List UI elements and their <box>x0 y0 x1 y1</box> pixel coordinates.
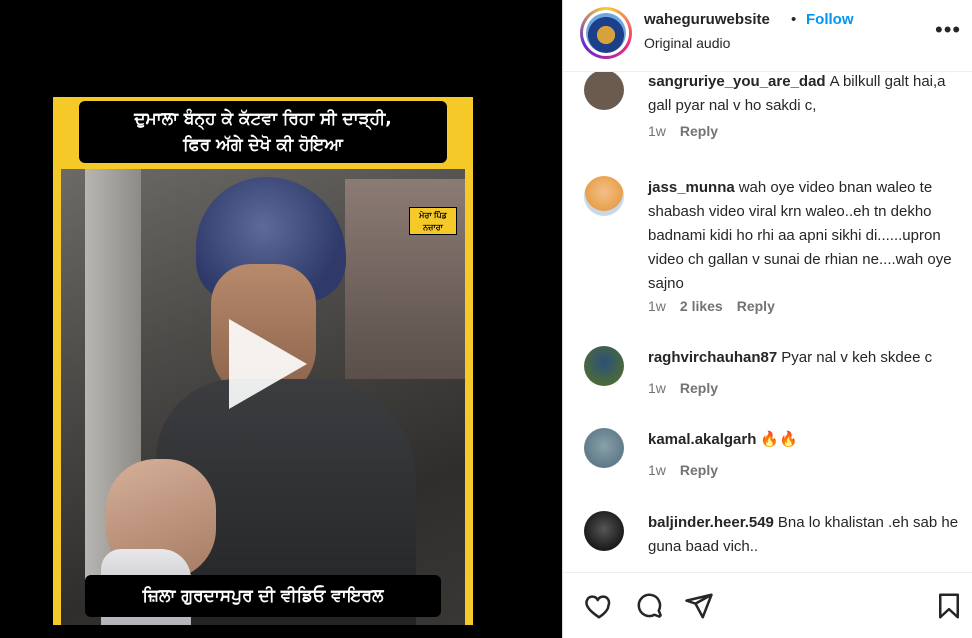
comment-username[interactable]: baljinder.heer.549 <box>648 514 774 531</box>
comment-text: Pyar nal v keh skdee c <box>781 349 933 366</box>
comment-meta: 1w Reply <box>648 380 732 396</box>
comments-panel: waheguruwebsite • Follow Original audio … <box>562 0 972 638</box>
reply-button[interactable]: Reply <box>680 123 718 139</box>
comment-username[interactable]: raghvirchauhan87 <box>648 349 777 366</box>
post-header: waheguruwebsite • Follow Original audio … <box>563 0 972 72</box>
share-icon[interactable] <box>684 591 714 621</box>
video-caption-bottom: ਜ਼ਿਲਾ ਗੁਰਦਾਸਪੁਰ ਦੀ ਵੀਡਿਓ ਵਾਇਰਲ <box>85 575 441 617</box>
comment-meta: 1w 2 likes Reply <box>648 298 789 314</box>
comment-avatar[interactable] <box>584 346 624 386</box>
comment-body: sangruriye_you_are_dad A bilkull galt hai… <box>648 72 964 118</box>
comment-meta: 1w Reply <box>648 123 732 139</box>
comment-meta: 1w Reply <box>648 462 732 478</box>
comment-avatar[interactable] <box>584 72 624 110</box>
reply-button[interactable]: Reply <box>737 298 775 314</box>
comment-body: jass_munna wah oye video bnan waleo te sh… <box>648 176 964 296</box>
comment-body: kamal.akalgarh 🔥🔥 <box>648 428 964 452</box>
instagram-post-view: ਦੁਮਾਲਾ ਬੰਨ੍ਹ ਕੇ ਕੱਟਵਾ ਰਿਹਾ ਸੀ ਦਾੜ੍ਹੀ, ਫਿ… <box>0 0 972 638</box>
comment-time: 1w <box>648 462 666 478</box>
comment-body: raghvirchauhan87 Pyar nal v keh skdee c <box>648 346 964 370</box>
separator-dot: • <box>791 11 797 28</box>
comment-text: 🔥🔥 <box>760 431 798 448</box>
comment-icon[interactable] <box>635 591 665 621</box>
comment-body: baljinder.heer.549 Bna lo khalistan .eh s… <box>648 511 964 559</box>
more-options-icon[interactable]: ••• <box>935 17 961 43</box>
audio-link[interactable]: Original audio <box>644 35 730 51</box>
likes-count[interactable]: 2 likes <box>680 298 723 314</box>
post-username[interactable]: waheguruwebsite <box>644 11 770 28</box>
comment-avatar[interactable] <box>584 511 624 551</box>
comment-time: 1w <box>648 298 666 314</box>
profile-avatar[interactable] <box>580 7 632 59</box>
comment-avatar[interactable] <box>584 176 624 216</box>
comment-username[interactable]: sangruriye_you_are_dad <box>648 73 826 90</box>
video-caption-top: ਦੁਮਾਲਾ ਬੰਨ੍ਹ ਕੇ ਕੱਟਵਾ ਰਿਹਾ ਸੀ ਦਾੜ੍ਹੀ, ਫਿ… <box>79 101 447 163</box>
action-bar <box>563 572 972 638</box>
reply-button[interactable]: Reply <box>680 462 718 478</box>
comment-username[interactable]: kamal.akalgarh <box>648 431 756 448</box>
play-icon[interactable] <box>229 319 307 409</box>
video-watermark: ਮੇਰਾ ਪਿੰਡ ਨਜ਼ਾਰਾ <box>409 207 457 235</box>
comment-time: 1w <box>648 123 666 139</box>
bookmark-icon[interactable] <box>934 591 964 621</box>
comment-username[interactable]: jass_munna <box>648 179 735 196</box>
comment-avatar[interactable] <box>584 428 624 468</box>
video-player[interactable]: ਦੁਮਾਲਾ ਬੰਨ੍ਹ ਕੇ ਕੱਟਵਾ ਰਿਹਾ ਸੀ ਦਾੜ੍ਹੀ, ਫਿ… <box>53 97 473 625</box>
media-pane: ਦੁਮਾਲਾ ਬੰਨ੍ਹ ਕੇ ਕੱਟਵਾ ਰਿਹਾ ਸੀ ਦਾੜ੍ਹੀ, ਫਿ… <box>0 0 562 638</box>
comment-list[interactable]: sangruriye_you_are_dad A bilkull galt hai… <box>563 72 972 572</box>
heart-icon[interactable] <box>584 591 614 621</box>
reply-button[interactable]: Reply <box>680 380 718 396</box>
comment-time: 1w <box>648 380 666 396</box>
follow-button[interactable]: Follow <box>806 11 854 28</box>
